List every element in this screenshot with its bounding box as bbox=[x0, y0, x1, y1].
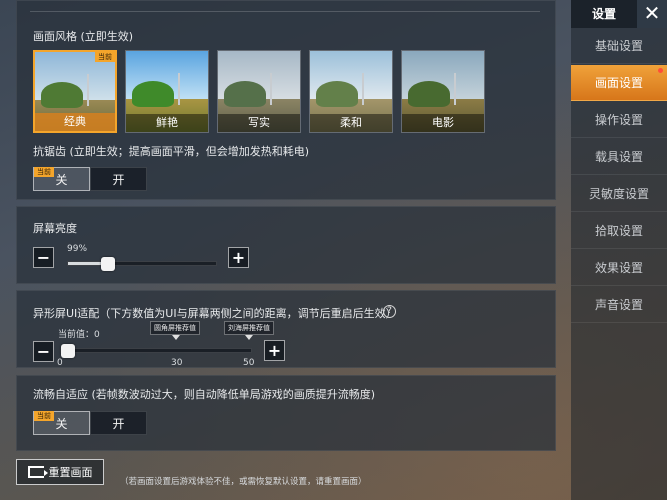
style-option-film[interactable]: 电影 bbox=[401, 50, 485, 133]
sidebar-item-vehicle[interactable]: 载具设置 bbox=[571, 139, 667, 175]
help-icon[interactable]: ? bbox=[383, 305, 396, 318]
notch-tick-label: 50 bbox=[243, 358, 255, 368]
brightness-panel bbox=[16, 206, 556, 284]
notch-slider[interactable] bbox=[60, 344, 252, 358]
style-option-label: 经典 bbox=[35, 113, 115, 131]
adaptive-off-option[interactable]: 当前 关 bbox=[33, 411, 90, 435]
sidebar-title: 设置 bbox=[571, 0, 637, 28]
notch-slider-handle[interactable] bbox=[61, 344, 75, 358]
style-option-label: 柔和 bbox=[310, 114, 392, 132]
notch-screen-recommend-tag: 刘海屏推荐值 bbox=[224, 321, 274, 335]
rounded-recommend-marker bbox=[172, 335, 180, 340]
style-option-vivid[interactable]: 鲜艳 bbox=[125, 50, 209, 133]
brightness-plus-button[interactable]: + bbox=[228, 247, 249, 268]
brightness-minus-button[interactable]: − bbox=[33, 247, 54, 268]
notch-title: 异形屏UI适配（下方数值为UI与屏幕两侧之间的距离，调节后重启后生效） bbox=[33, 307, 397, 320]
current-badge: 当前 bbox=[95, 52, 115, 62]
brightness-slider[interactable] bbox=[67, 257, 217, 271]
antialias-title: 抗锯齿 (立即生效；提高画面平滑，但会增加发热和耗电) bbox=[33, 145, 310, 158]
sidebar-item-pickup[interactable]: 拾取设置 bbox=[571, 213, 667, 249]
antialias-toggle: 当前 关 开 bbox=[33, 167, 147, 191]
antialias-on-option[interactable]: 开 bbox=[90, 167, 147, 191]
sidebar-item-effects[interactable]: 效果设置 bbox=[571, 250, 667, 286]
notch-recommend-marker bbox=[245, 335, 253, 340]
notch-tick-label: 30 bbox=[171, 358, 183, 368]
adaptive-title: 流畅自适应 (若帧数波动过大，则自动降低单局游戏的画质提升流畅度) bbox=[33, 388, 376, 401]
style-option-label: 鲜艳 bbox=[126, 114, 208, 132]
reset-graphics-label: 重置画面 bbox=[48, 466, 93, 479]
style-option-realistic[interactable]: 写实 bbox=[217, 50, 301, 133]
notch-current-value: 当前值：0 bbox=[58, 330, 100, 340]
brightness-title: 屏幕亮度 bbox=[33, 222, 77, 235]
reset-graphics-button[interactable]: 重置画面 bbox=[16, 459, 104, 485]
brightness-slider-handle[interactable] bbox=[101, 257, 115, 271]
sidebar-item-graphics[interactable]: 画面设置 bbox=[571, 65, 667, 101]
reset-note: （若画面设置后游戏体验不佳，或需恢复默认设置，请重置画面） bbox=[120, 477, 367, 487]
antialias-off-option[interactable]: 当前 关 bbox=[33, 167, 90, 191]
sidebar-item-controls[interactable]: 操作设置 bbox=[571, 102, 667, 138]
graphics-style-options: 当前 经典 鲜艳 写实 柔和 电影 bbox=[33, 50, 485, 133]
close-button[interactable]: ✕ bbox=[637, 0, 667, 28]
style-option-label: 电影 bbox=[402, 114, 484, 132]
reset-icon bbox=[27, 466, 48, 478]
brightness-value: 99% bbox=[67, 244, 88, 254]
adaptive-toggle: 当前 关 开 bbox=[33, 411, 147, 435]
notch-plus-button[interactable]: + bbox=[264, 340, 285, 361]
style-option-label: 写实 bbox=[218, 114, 300, 132]
top-divider bbox=[30, 0, 540, 12]
sidebar-item-sensitivity[interactable]: 灵敏度设置 bbox=[571, 176, 667, 212]
adaptive-on-option[interactable]: 开 bbox=[90, 411, 147, 435]
notch-tick-label: 0 bbox=[57, 358, 63, 368]
close-icon: ✕ bbox=[643, 1, 661, 25]
notch-minus-button[interactable]: − bbox=[33, 341, 54, 362]
sidebar-item-sound[interactable]: 声音设置 bbox=[571, 287, 667, 323]
current-badge: 当前 bbox=[34, 167, 54, 177]
style-option-classic[interactable]: 当前 经典 bbox=[33, 50, 117, 133]
sidebar-item-basic[interactable]: 基础设置 bbox=[571, 28, 667, 64]
current-badge: 当前 bbox=[34, 411, 54, 421]
notification-dot bbox=[658, 68, 663, 73]
rounded-screen-recommend-tag: 圆角屏推荐值 bbox=[150, 321, 200, 335]
graphics-style-title: 画面风格 (立即生效) bbox=[33, 30, 134, 43]
style-option-soft[interactable]: 柔和 bbox=[309, 50, 393, 133]
